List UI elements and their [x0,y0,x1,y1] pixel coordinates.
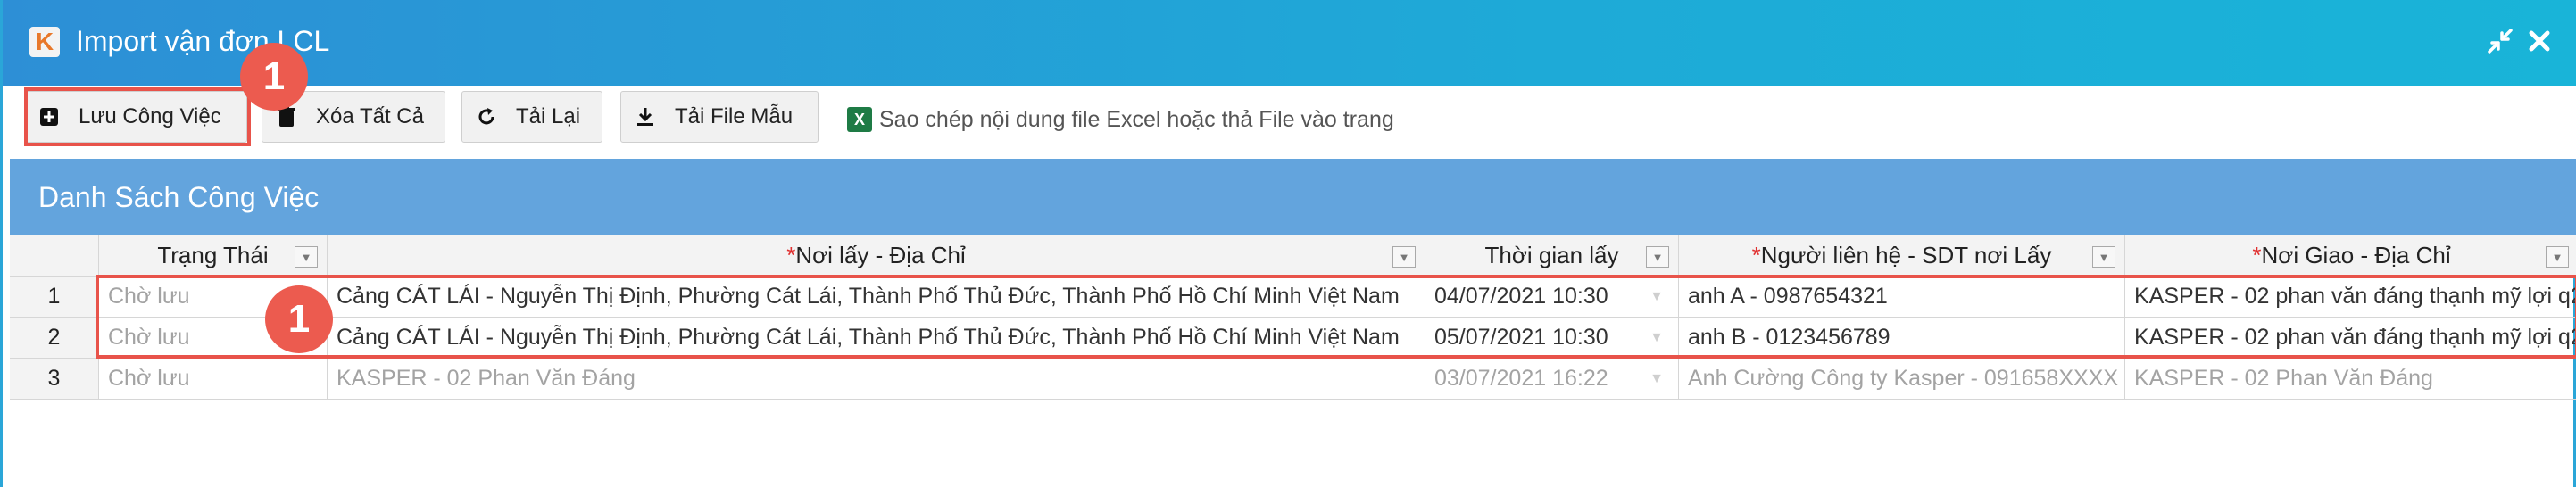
delete-all-label: Xóa Tất Cả [316,104,424,128]
filter-icon[interactable]: ▼ [1392,246,1416,268]
import-window: K Import vận đơn LCL Lưu Công Việc Xóa T… [0,0,2576,487]
column-label-pickup-time: Thời gian lấy [1484,242,1619,268]
app-logo-icon: K [29,27,60,57]
status-cell[interactable]: Chờ lưu [99,359,328,400]
paste-hint: X Sao chép nội dung file Excel hoặc thả … [847,102,1394,137]
table-row[interactable]: 3 Chờ lưu KASPER - 02 Phan Văn Đáng 03/0… [10,359,2576,400]
pickup-address-cell[interactable]: KASPER - 02 Phan Văn Đáng [328,359,1425,400]
required-mark: * [786,242,796,268]
reload-label: Tải Lại [516,104,581,128]
filter-icon[interactable]: ▼ [1646,246,1669,268]
table-header: Trạng Thái ▼ *Nơi lấy - Địa Chỉ ▼ Thời g… [10,235,2576,277]
delivery-address-cell[interactable]: KASPER - 02 Phan Văn Đáng [2125,359,2576,400]
column-header-status[interactable]: Trạng Thái ▼ [99,235,328,277]
step-marker: 1 [240,43,308,111]
reload-button[interactable]: Tải Lại [461,91,602,143]
column-label-status: Trạng Thái [157,242,269,268]
row-number: 2 [10,318,99,359]
job-list-header: Danh Sách Công Việc [10,159,2576,235]
filter-icon[interactable]: ▼ [2546,246,2569,268]
filter-icon[interactable]: ▼ [295,246,318,268]
paste-hint-text: Sao chép nội dung file Excel hoặc thả Fi… [879,106,1394,132]
excel-icon: X [847,107,872,132]
filter-icon[interactable]: ▼ [2092,246,2115,268]
column-header-pickup-address[interactable]: *Nơi lấy - Địa Chỉ ▼ [328,235,1425,277]
row-number-header [10,235,99,277]
column-label-pickup-contact: Người liên hệ - SDT nơi Lấy [1760,242,2052,268]
pickup-contact-cell[interactable]: Anh Cường Công ty Kasper - 091658XXXX [1679,359,2125,400]
row-number: 1 [10,277,99,318]
row-number: 3 [10,359,99,400]
pickup-time-value: 03/07/2021 16:22 [1434,366,1608,391]
dropdown-icon[interactable]: ▼ [1649,359,1664,399]
column-header-pickup-time[interactable]: Thời gian lấy ▼ [1425,235,1679,277]
download-template-button[interactable]: Tải File Mẫu [620,91,819,143]
close-icon[interactable] [2522,23,2557,59]
collapse-icon[interactable] [2482,23,2518,59]
download-template-label: Tải File Mẫu [675,104,794,128]
download-icon [636,107,655,127]
title-bar: K Import vận đơn LCL [3,0,2576,86]
pickup-time-cell[interactable]: 03/07/2021 16:22 ▼ [1425,359,1679,400]
required-mark: * [2252,242,2262,268]
step-marker: 1 [265,285,333,353]
column-header-delivery-address[interactable]: *Nơi Giao - Địa Chỉ ▼ [2125,235,2576,277]
column-label-delivery-address: Nơi Giao - Địa Chỉ [2261,242,2451,268]
reload-icon [477,107,496,127]
column-header-pickup-contact[interactable]: *Người liên hệ - SDT nơi Lấy ▼ [1679,235,2125,277]
highlight-save-button [24,87,251,146]
toolbar: Lưu Công Việc Xóa Tất Cả Tải Lại Tải Fil… [3,86,2576,159]
required-mark: * [1751,242,1761,268]
highlight-imported-rows [96,275,2576,359]
column-label-pickup-address: Nơi lấy - Địa Chỉ [795,242,966,268]
